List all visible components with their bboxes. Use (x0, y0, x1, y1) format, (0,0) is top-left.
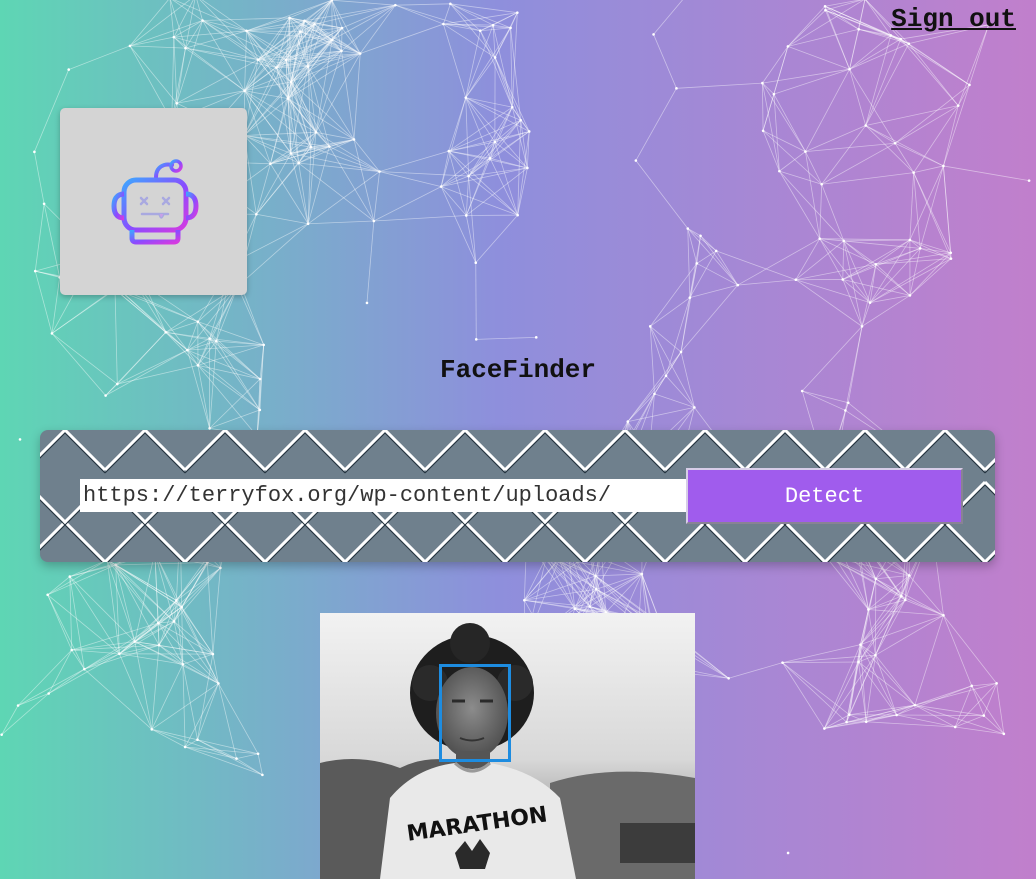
logo-card (60, 108, 247, 295)
image-url-input[interactable] (80, 479, 686, 512)
app-title: FaceFinder (439, 355, 597, 385)
sign-out-link[interactable]: Sign out (891, 4, 1016, 34)
robot-icon (110, 158, 199, 244)
detect-button[interactable]: Detect (686, 468, 963, 524)
url-form-panel: Detect (40, 430, 995, 562)
result-photo: MARATHON (320, 613, 695, 879)
face-bounding-box (439, 664, 511, 762)
